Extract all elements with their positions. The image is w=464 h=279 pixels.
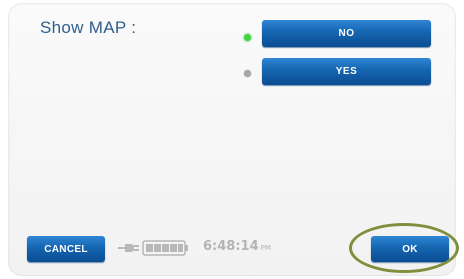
clock-time: 6:48:14	[203, 239, 259, 254]
yes-unselected-indicator	[244, 70, 251, 77]
settings-screen: Show MAP : NO YES CANCEL 6:48:14 PM OK	[0, 0, 464, 279]
clock: 6:48:14 PM	[203, 239, 271, 254]
clock-ampm: PM	[260, 244, 271, 252]
yes-button[interactable]: YES	[262, 58, 431, 85]
plug-icon	[118, 241, 140, 255]
no-selected-indicator	[244, 34, 251, 41]
ok-button[interactable]: OK	[371, 236, 449, 262]
battery-icon	[142, 240, 190, 256]
cancel-button[interactable]: CANCEL	[27, 236, 105, 262]
no-button[interactable]: NO	[262, 20, 431, 47]
show-map-label: Show MAP :	[40, 18, 137, 37]
